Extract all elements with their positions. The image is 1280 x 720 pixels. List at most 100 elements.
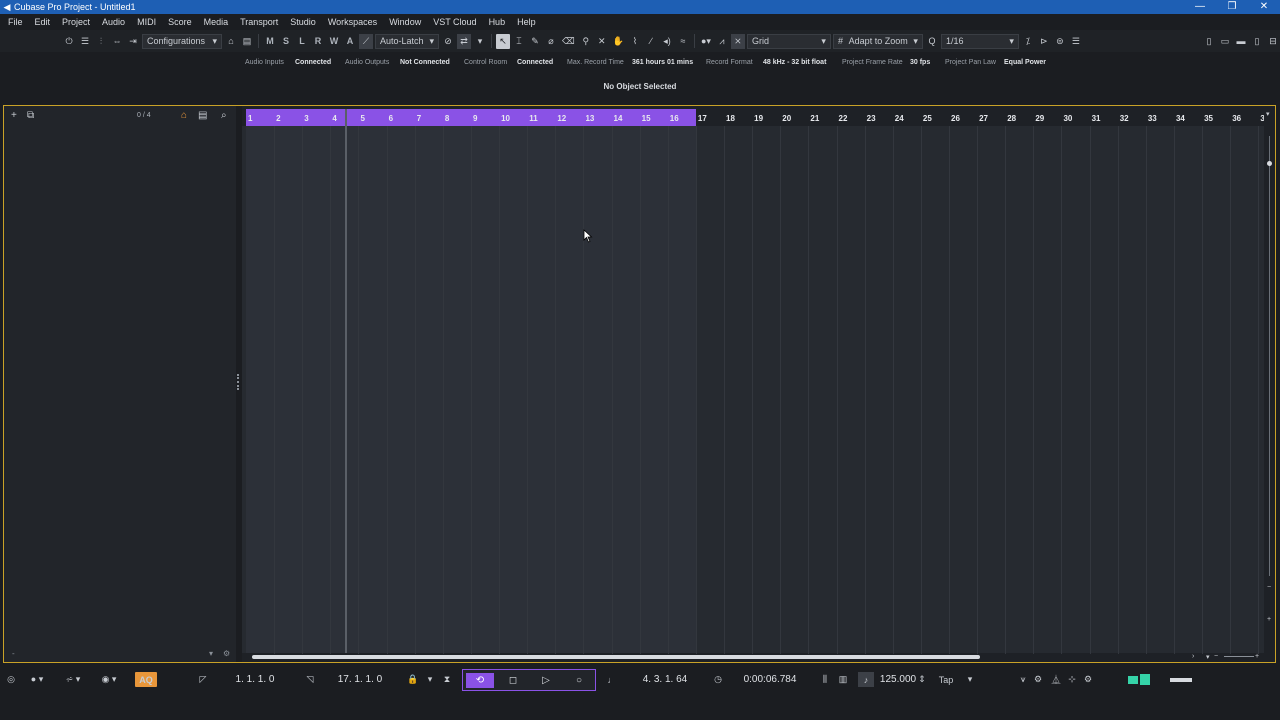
gear-icon[interactable]: ⚙ [223, 649, 230, 658]
color-icon[interactable]: ●▾ [699, 34, 713, 49]
sync-icon[interactable]: ⩛ [1016, 672, 1030, 687]
menu-edit[interactable]: Edit [29, 17, 57, 27]
tempo-stepper-icon[interactable]: ⇕ [918, 672, 926, 687]
zoom-in-icon[interactable]: + [1255, 653, 1259, 660]
minus-icon[interactable]: - [12, 649, 15, 658]
chevron-down-icon[interactable]: ▾ [209, 649, 213, 658]
right-locator-icon[interactable]: ◹ [305, 672, 315, 687]
split-tool-icon[interactable]: ✎ [528, 34, 542, 49]
vertical-scrollbar[interactable]: ▾ − + [1264, 106, 1275, 662]
left-zone-icon[interactable]: ▯ [1202, 34, 1216, 49]
splitter-handle[interactable] [237, 374, 239, 390]
erase-tool-icon[interactable]: ⌫ [560, 34, 577, 49]
quantize-panel-icon[interactable]: ⊜ [1053, 34, 1067, 49]
menu-studio[interactable]: Studio [284, 17, 322, 27]
chevron-down-icon[interactable]: ▾ [1266, 110, 1270, 118]
mute-tool-icon[interactable]: ✕ [595, 34, 609, 49]
iterative-quantize-icon[interactable]: ⊳ [1037, 34, 1051, 49]
tempo-track-icon[interactable]: ⧗ [440, 672, 454, 687]
minimize-button[interactable]: — [1184, 0, 1216, 14]
signature-icon[interactable]: ▥ [836, 672, 850, 687]
zoom-tool-icon[interactable]: ⚲ [579, 34, 593, 49]
zoom-slider[interactable] [1224, 656, 1254, 657]
menu-hub[interactable]: Hub [483, 17, 512, 27]
nudge-icon[interactable]: ⇔ [110, 34, 124, 49]
control-room-value[interactable]: Connected [517, 59, 553, 66]
grid-type-dropdown[interactable]: # Adapt to Zoom ▾ [832, 33, 923, 49]
range-tool-icon[interactable]: ⌶ [512, 34, 526, 49]
play-button[interactable]: ▷ [532, 673, 560, 688]
horizontal-scrollbar[interactable]: › ▾ − + [242, 653, 1264, 662]
metronome-icon[interactable]: ⏅ [1049, 672, 1063, 687]
menu-audio[interactable]: Audio [96, 17, 131, 27]
cycle-marker[interactable] [246, 109, 696, 126]
snap-type-dropdown[interactable]: Grid ▾ [746, 33, 831, 49]
inspector-zone-icon[interactable]: ▭ [1218, 34, 1232, 49]
project-cursor[interactable] [345, 109, 347, 654]
add-track-folder-icon[interactable]: ⧉ [27, 110, 34, 121]
tempo-field[interactable]: 125.000 [878, 672, 918, 687]
vertical-zoom-knob[interactable] [1267, 161, 1272, 166]
home-icon[interactable]: ⌂ [224, 34, 238, 49]
max-record-time-value[interactable]: 361 hours 01 mins [632, 59, 693, 66]
audio-outputs-value[interactable]: Not Connected [400, 59, 450, 66]
configurations-dropdown[interactable]: Configurations ▾ [142, 33, 222, 49]
master-fader-handle[interactable] [1170, 677, 1192, 682]
project-pan-law-value[interactable]: Equal Power [1004, 59, 1046, 66]
draw-tool-icon[interactable]: ∕ [644, 34, 658, 49]
menu-media[interactable]: Media [198, 17, 235, 27]
listen-button[interactable]: L [295, 34, 309, 49]
tap-button[interactable]: Tap [934, 672, 958, 687]
quantize-icon[interactable]: Q [925, 34, 939, 49]
mute-button[interactable]: M [263, 34, 277, 49]
solo-button[interactable]: S [279, 34, 293, 49]
right-zone-icon[interactable]: ▯ [1250, 34, 1264, 49]
home-icon[interactable]: ⌂ [181, 110, 187, 121]
audio-inputs-value[interactable]: Connected [295, 59, 331, 66]
record-mode-icon[interactable]: ● ▾ [24, 672, 50, 687]
chevron-right-icon[interactable]: › [1192, 653, 1194, 660]
set-up-window-icon[interactable]: ⊟ [1266, 34, 1280, 49]
timewarp-tool-icon[interactable]: ⌇ [628, 34, 642, 49]
activate-icon[interactable]: ◎ [4, 672, 18, 687]
right-locator-field[interactable]: 17. 1. 1. 0 [320, 672, 400, 687]
auto-quantize-button[interactable]: AQ [135, 672, 157, 687]
left-locator-field[interactable]: 1. 1. 1. 0 [215, 672, 295, 687]
gear-icon[interactable]: ⚙ [1031, 672, 1045, 687]
primary-time-display[interactable]: 4. 3. 1. 64 [625, 672, 705, 687]
automation-button[interactable]: A [343, 34, 357, 49]
lock-icon[interactable]: 🔒 [406, 672, 420, 687]
quantize-dropdown[interactable]: 1/16 ▾ [940, 33, 1019, 49]
gear-icon[interactable]: ⚙ [1081, 672, 1095, 687]
stop-button[interactable]: ◻ [499, 673, 527, 688]
automation-mode-icon[interactable]: ⟋ [359, 33, 373, 49]
menu-midi[interactable]: MIDI [131, 17, 162, 27]
activate-project-icon[interactable]: ⏻ [62, 34, 76, 49]
menu-window[interactable]: Window [383, 17, 427, 27]
write-button[interactable]: W [327, 34, 341, 49]
suspend-icon[interactable]: ⊘ [441, 34, 455, 49]
close-button[interactable]: ✕ [1248, 0, 1280, 14]
chevron-down-icon[interactable]: ▾ [424, 672, 436, 687]
chevron-down-icon[interactable]: ▾ [1206, 653, 1210, 661]
horizontal-scroll-thumb[interactable] [252, 655, 980, 659]
left-locator-icon[interactable]: ◸ [198, 672, 208, 687]
menu-score[interactable]: Score [162, 17, 198, 27]
arrange-icon[interactable]: ☰ [1069, 34, 1083, 49]
snap-icon[interactable]: ⨯ [730, 33, 745, 49]
zoom-out-icon[interactable]: − [1267, 584, 1271, 591]
tempo-mode-icon[interactable]: ♪ [858, 672, 874, 687]
automation-mode-dropdown[interactable]: Auto-Latch ▾ [375, 33, 439, 49]
object-selection-tool-icon[interactable]: ↖ [496, 33, 510, 49]
restore-button[interactable]: ❐ [1216, 0, 1248, 14]
read-button[interactable]: R [311, 34, 325, 49]
menu-project[interactable]: Project [56, 17, 96, 27]
forward-icon[interactable]: ⇥ [126, 34, 140, 49]
event-display[interactable]: 1 2 3 4 5 6 7 8 9 10 11 12 13 14 15 16 17 18 19 20 21 22 23 24 2… [242, 106, 1265, 662]
secondary-time-display[interactable]: 0:00:06.784 [730, 672, 810, 687]
menu-vst-cloud[interactable]: VST Cloud [427, 17, 482, 27]
lower-zone-icon[interactable]: ▬ [1234, 34, 1248, 49]
project-frame-rate-value[interactable]: 30 fps [910, 59, 930, 66]
inspector-toggle-icon[interactable]: ☰ [78, 34, 92, 49]
menu-file[interactable]: File [2, 17, 29, 27]
